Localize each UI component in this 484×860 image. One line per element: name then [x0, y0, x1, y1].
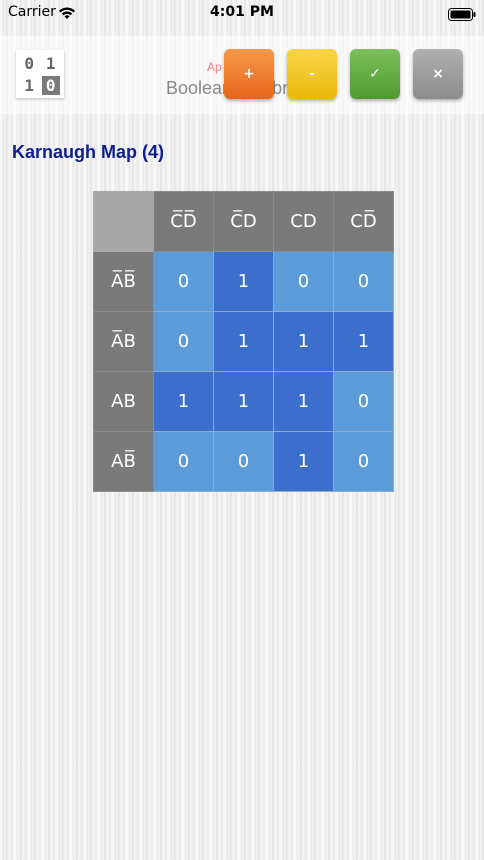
logo-digit: 0 [41, 76, 60, 95]
minus-icon: - [309, 66, 315, 82]
close-button[interactable]: × [413, 49, 463, 99]
kmap-column-header: CD [273, 191, 334, 252]
kmap-cell[interactable]: 1 [273, 371, 334, 432]
kmap-header-row: C̅D̅ C̅D CD CD̅ [93, 191, 394, 252]
kmap-row-header: AB̅ [93, 431, 154, 492]
add-button[interactable]: + [224, 49, 274, 99]
logo-digit: 1 [20, 76, 39, 95]
logo-digit: 0 [20, 54, 39, 73]
kmap-row: AB̅ 0 0 1 0 [93, 431, 394, 492]
kmap-cell[interactable]: 1 [153, 371, 214, 432]
kmap-cell[interactable]: 0 [273, 251, 334, 312]
check-icon: ✓ [369, 66, 381, 82]
plus-icon: + [243, 66, 255, 82]
karnaugh-map: C̅D̅ C̅D CD CD̅ A̅B̅ 0 1 0 0 A̅B 0 1 1 1… [93, 191, 394, 492]
remove-button[interactable]: - [287, 49, 337, 99]
kmap-cell[interactable]: 0 [213, 431, 274, 492]
kmap-cell[interactable]: 0 [333, 251, 394, 312]
kmap-cell[interactable]: 0 [153, 311, 214, 372]
kmap-row-header: A̅B̅ [93, 251, 154, 312]
page-title: Karnaugh Map (4) [12, 142, 165, 162]
battery-icon [448, 6, 476, 25]
kmap-row-header: AB [93, 371, 154, 432]
kmap-cell[interactable]: 1 [273, 431, 334, 492]
kmap-cell[interactable]: 0 [153, 431, 214, 492]
kmap-cell[interactable]: 0 [333, 431, 394, 492]
status-time: 4:01 PM [210, 4, 274, 20]
kmap-column-header: C̅D [213, 191, 274, 252]
kmap-column-header: C̅D̅ [153, 191, 214, 252]
kmap-cell[interactable]: 1 [333, 311, 394, 372]
app-subtitle: Ap [207, 60, 222, 74]
kmap-cell[interactable]: 0 [153, 251, 214, 312]
kmap-column-header: CD̅ [333, 191, 394, 252]
logo-digit: 1 [41, 54, 60, 73]
app-logo: 0 1 1 0 [16, 50, 64, 98]
kmap-row-header: A̅B [93, 311, 154, 372]
kmap-cell[interactable]: 1 [213, 251, 274, 312]
kmap-corner [93, 191, 154, 252]
kmap-cell[interactable]: 0 [333, 371, 394, 432]
kmap-cell[interactable]: 1 [273, 311, 334, 372]
status-bar: Carrier 4:01 PM [0, 0, 484, 24]
kmap-row: A̅B 0 1 1 1 [93, 311, 394, 372]
kmap-row: A̅B̅ 0 1 0 0 [93, 251, 394, 312]
kmap-cell[interactable]: 1 [213, 371, 274, 432]
app-header: 0 1 1 0 Ap Boolean Algebra + - ✓ × [0, 36, 484, 114]
confirm-button[interactable]: ✓ [350, 49, 400, 99]
kmap-row: AB 1 1 1 0 [93, 371, 394, 432]
close-icon: × [432, 66, 444, 82]
kmap-cell[interactable]: 1 [213, 311, 274, 372]
